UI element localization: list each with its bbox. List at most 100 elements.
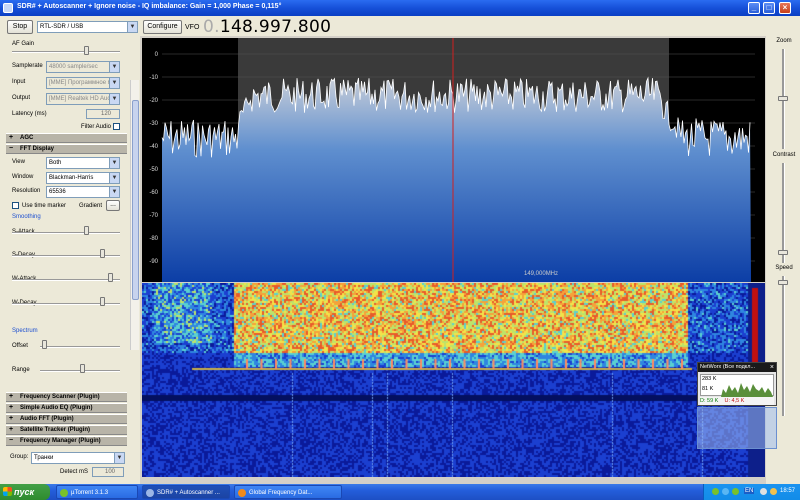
sdrsharp-icon — [146, 489, 154, 497]
language-indicator[interactable]: EN — [744, 488, 755, 494]
plugin-header-audio-fft[interactable]: + Audio FFT (Plugin) — [6, 414, 127, 424]
group-select[interactable]: Транки ▼ — [31, 452, 125, 464]
tray-misc-icon[interactable] — [770, 488, 777, 495]
plugin-header-label: Audio FFT (Plugin) — [20, 416, 74, 422]
af-gain-slider[interactable] — [12, 51, 120, 53]
gradient-button[interactable]: ... — [106, 200, 120, 211]
zoom-slider-thumb[interactable] — [778, 96, 788, 101]
latency-spinner[interactable]: 120 — [86, 109, 120, 119]
group-label: Group: — [10, 454, 29, 460]
filter-audio-checkbox[interactable] — [113, 123, 120, 130]
expand-icon: + — [9, 393, 14, 400]
window-select[interactable]: Blackman-Harris ▼ — [46, 172, 120, 184]
plugin-header-satellite-tracker[interactable]: + Satellite Tracker (Plugin) — [6, 425, 127, 435]
scrollbar-thumb[interactable] — [132, 100, 139, 300]
samplerate-label: Samplerate — [12, 63, 43, 69]
contrast-slider-thumb[interactable] — [778, 250, 788, 255]
speed-slider[interactable] — [782, 276, 785, 416]
stop-button[interactable]: Stop — [7, 20, 33, 34]
fft-display-header-label: FFT Display — [20, 146, 55, 152]
s-decay-slider-thumb[interactable] — [100, 249, 105, 258]
speed-slider-thumb[interactable] — [778, 280, 788, 285]
s-attack-slider-thumb[interactable] — [84, 226, 89, 235]
vfo-frequency[interactable]: 0.148.997.800 — [203, 17, 331, 37]
taskbar-item-utorrent[interactable]: µTorrent 3.1.3 — [56, 485, 138, 499]
resolution-select[interactable]: 65536 ▼ — [46, 186, 120, 198]
input-label: Input — [12, 79, 26, 85]
spectrum-display[interactable]: 0 -10 -20 -30 -40 -50 -60 -70 -80 -90 149,000MHz — [142, 38, 765, 282]
waterfall-canvas[interactable] — [142, 283, 765, 477]
maximize-button[interactable]: □ — [763, 2, 775, 14]
plugin-header-label: Frequency Manager (Plugin) — [20, 438, 101, 444]
fft-display-header[interactable]: − FFT Display — [6, 144, 127, 154]
range-slider-thumb[interactable] — [80, 364, 85, 373]
spectrum-y-axis: 0 -10 -20 -30 -40 -50 -60 -70 -80 -90 — [149, 52, 158, 265]
plugin-header-label: Frequency Scanner (Plugin) — [20, 394, 100, 400]
contrast-slider[interactable] — [782, 163, 785, 263]
w-decay-slider-thumb[interactable] — [100, 297, 105, 306]
contrast-label: Contrast — [772, 152, 796, 158]
collapse-icon: − — [9, 437, 14, 444]
output-select[interactable]: [MME] Realtek HD Auc ▼ — [46, 93, 120, 105]
expand-icon: + — [9, 426, 14, 433]
detect-label: Detect mS — [60, 469, 89, 475]
source-select[interactable]: RTL-SDR / USB ▼ — [37, 21, 138, 33]
offset-slider-thumb[interactable] — [42, 340, 47, 349]
title-bar: SDR# + Autoscanner + Ignore noise - IQ i… — [0, 0, 800, 16]
time-marker-checkbox[interactable] — [12, 202, 19, 209]
plugin-header-frequency-scanner[interactable]: + Frequency Scanner (Plugin) — [6, 392, 127, 402]
tray-volume-icon[interactable] — [760, 488, 767, 495]
minimize-button[interactable]: _ — [748, 2, 760, 14]
y-tick-label: -70 — [149, 213, 158, 219]
w-attack-slider-thumb[interactable] — [108, 273, 113, 282]
networx-title: NetWorx (Все подкл... × — [698, 363, 776, 372]
plugin-header-audio-eq[interactable]: + Simple Audio EQ (Plugin) — [6, 403, 127, 413]
configure-button[interactable]: Configure — [143, 20, 182, 34]
plugin-header-label: Satellite Tracker (Plugin) — [20, 427, 91, 433]
expand-icon: + — [9, 404, 14, 411]
start-button-label: пуск — [14, 487, 35, 497]
detect-spinner[interactable]: 100 — [92, 467, 124, 477]
chevron-down-icon: ▼ — [127, 22, 137, 32]
plugin-header-frequency-manager[interactable]: − Frequency Manager (Plugin) — [6, 436, 127, 446]
start-button[interactable]: пуск — [0, 484, 50, 500]
networx-widget[interactable]: NetWorx (Все подкл... × 283 K 81 K D: 59 … — [697, 362, 777, 406]
input-select[interactable]: [MME] Программное м ▼ — [46, 77, 120, 89]
w-attack-slider[interactable] — [12, 279, 120, 281]
samplerate-select[interactable]: 48000 sample/sec ▼ — [46, 61, 120, 73]
chevron-down-icon: ▼ — [109, 173, 119, 183]
offset-slider[interactable] — [40, 346, 120, 348]
tray-utorrent-icon[interactable] — [712, 488, 719, 495]
expand-icon: + — [9, 134, 14, 141]
agc-header[interactable]: + AGC — [6, 133, 127, 143]
y-tick-label: -80 — [149, 236, 158, 242]
range-label: Range — [12, 367, 30, 373]
s-attack-slider[interactable] — [12, 232, 120, 234]
af-gain-slider-thumb[interactable] — [84, 46, 89, 55]
close-icon[interactable]: × — [770, 363, 774, 372]
plugin-header-label: Simple Audio EQ (Plugin) — [20, 405, 93, 411]
taskbar-item-label: Global Frequency Dat... — [249, 490, 313, 496]
taskbar-item-label: µTorrent 3.1.3 — [71, 490, 109, 496]
download-rate: D: 59 K — [700, 398, 719, 404]
waterfall-display[interactable] — [142, 283, 765, 477]
utorrent-icon — [60, 489, 68, 497]
left-panel-scrollbar[interactable] — [130, 80, 139, 350]
tray-app-icon[interactable] — [732, 488, 739, 495]
floating-overlay-panel — [697, 407, 777, 449]
spectrum-label: Spectrum — [12, 328, 38, 334]
group-select-value: Транки — [34, 455, 54, 461]
samplerate-select-value: 48000 sample/sec — [49, 64, 98, 70]
latency-label: Latency (ms) — [12, 111, 47, 117]
spectrum-plot[interactable]: 0 -10 -20 -30 -40 -50 -60 -70 -80 -90 149,000MHz — [142, 38, 765, 282]
view-select[interactable]: Both ▼ — [46, 157, 120, 169]
offset-label: Offset — [12, 343, 28, 349]
close-button[interactable]: × — [779, 2, 791, 14]
agc-header-label: AGC — [20, 135, 34, 141]
tray-network-icon[interactable] — [722, 488, 729, 495]
taskbar-item-sdrsharp[interactable]: SDR# + Autoscanner ... — [142, 485, 230, 499]
chevron-down-icon: ▼ — [109, 158, 119, 168]
upload-rate: U: 4,5 K — [724, 398, 745, 404]
taskbar-item-browser[interactable]: Global Frequency Dat... — [234, 485, 342, 499]
taskbar: пуск µTorrent 3.1.3 SDR# + Autoscanner .… — [0, 484, 800, 500]
